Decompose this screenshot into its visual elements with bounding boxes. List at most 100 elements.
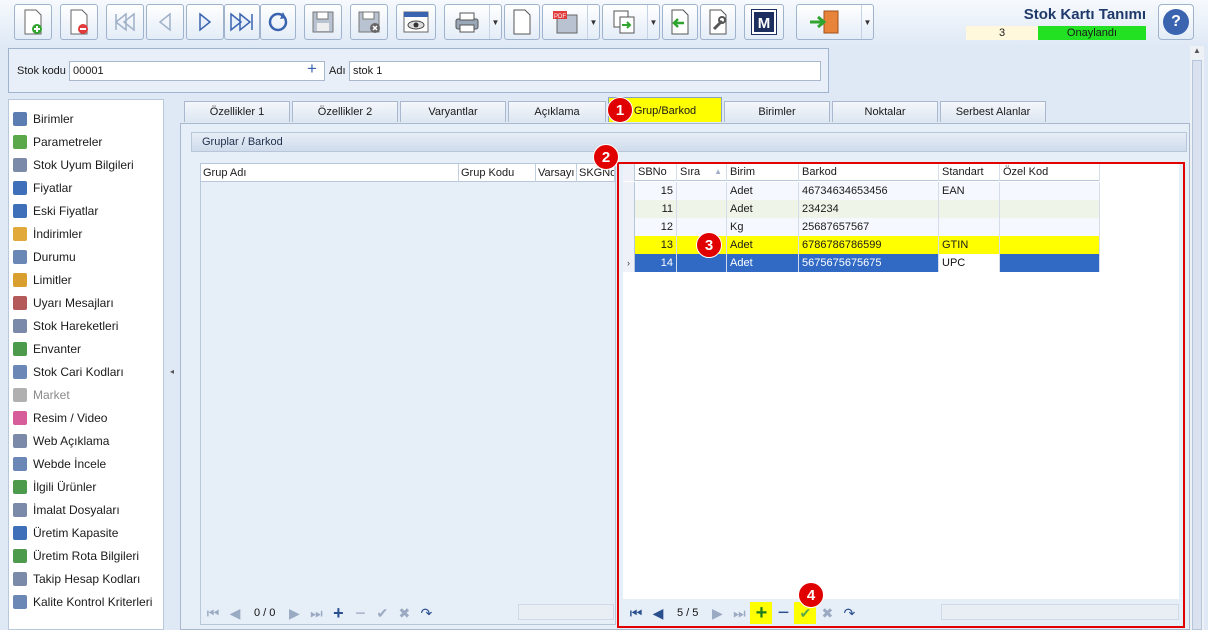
col-varsayilan[interactable]: Varsayı xyxy=(536,164,577,182)
sidebar-item[interactable]: Envanter xyxy=(13,339,81,359)
print-dropdown-icon[interactable]: ▼ xyxy=(489,5,501,39)
window-title-box: Stok Kartı Tanımı xyxy=(1024,6,1146,23)
sidebar-item[interactable]: İndirimler xyxy=(13,224,82,244)
stock-header-form: Stok kodu 00001 + Adı stok 1 xyxy=(8,48,829,93)
tab[interactable]: Birimler xyxy=(724,101,830,122)
copy-icon xyxy=(613,10,635,34)
tab[interactable]: Özellikler 2 xyxy=(292,101,398,122)
prev-icon[interactable]: ◀ xyxy=(224,602,246,624)
sidebar-item-label: Takip Hesap Kodları xyxy=(33,572,141,586)
sidebar-item-icon xyxy=(13,388,27,402)
m-logo-button[interactable]: M xyxy=(744,4,784,40)
tools-icon xyxy=(709,9,727,35)
collapse-arrow-icon[interactable]: ◂ xyxy=(170,367,174,376)
col-grup-kodu[interactable]: Grup Kodu xyxy=(459,164,536,182)
preview-button[interactable] xyxy=(396,4,436,40)
group-grid-hscroll[interactable] xyxy=(518,604,614,620)
pdf-dropdown-icon[interactable]: ▼ xyxy=(587,5,599,39)
redo-icon[interactable]: ↷ xyxy=(415,602,437,624)
remove-icon[interactable]: − xyxy=(349,602,371,624)
annotation-badge-2: 2 xyxy=(593,144,619,170)
exit-dropdown-icon[interactable]: ▼ xyxy=(861,5,873,39)
sidebar-item-label: İndirimler xyxy=(33,227,83,241)
help-button[interactable]: ? xyxy=(1158,4,1194,40)
add-icon[interactable]: + xyxy=(327,602,349,624)
previous-record-button[interactable] xyxy=(146,4,184,40)
previous-record-icon xyxy=(158,12,171,32)
sidebar-item[interactable]: Webde İncele xyxy=(13,454,106,474)
print-button[interactable]: ▼ xyxy=(444,4,502,40)
sidebar-item[interactable]: Birimler xyxy=(13,109,74,129)
sidebar-item[interactable]: Uyarı Mesajları xyxy=(13,293,114,313)
main-vscroll[interactable]: ▲ xyxy=(1190,46,1204,630)
cancel-icon[interactable]: ✖ xyxy=(393,602,415,624)
new-document-button[interactable] xyxy=(14,4,52,40)
sidebar-item[interactable]: Parametreler xyxy=(13,132,102,152)
delete-document-icon xyxy=(70,9,88,35)
sidebar-item[interactable]: İmalat Dosyaları xyxy=(13,500,120,520)
sidebar-item-label: Stok Cari Kodları xyxy=(33,365,124,379)
sidebar-splitter[interactable]: ◂ xyxy=(168,99,178,630)
sidebar-item[interactable]: Fiyatlar xyxy=(13,178,72,198)
col-grup-adi[interactable]: Grup Adı xyxy=(201,164,459,182)
blank-page-icon xyxy=(513,9,531,35)
sidebar-item[interactable]: Limitler xyxy=(13,270,72,290)
sidebar-item-icon xyxy=(13,457,27,471)
last-icon[interactable]: ⏭ xyxy=(305,602,327,624)
scroll-thumb[interactable] xyxy=(1192,60,1202,630)
tab[interactable]: Açıklama xyxy=(508,101,606,122)
sidebar-item[interactable]: Eski Fiyatlar xyxy=(13,201,98,221)
tab[interactable]: Özellikler 1 xyxy=(184,101,290,122)
adi-input[interactable]: stok 1 xyxy=(349,61,821,81)
sidebar-item-icon xyxy=(13,273,27,287)
exit-button[interactable]: ▼ xyxy=(796,4,874,40)
sidebar-item[interactable]: Üretim Rota Bilgileri xyxy=(13,546,139,566)
scroll-up-icon[interactable]: ▲ xyxy=(1193,46,1201,55)
pdf-save-button[interactable]: PDF ▼ xyxy=(542,4,600,40)
sidebar-item-label: Stok Hareketleri xyxy=(33,319,119,333)
confirm-icon[interactable]: ✔ xyxy=(371,602,393,624)
next-record-button[interactable] xyxy=(186,4,224,40)
sidebar-item[interactable]: Takip Hesap Kodları xyxy=(13,569,140,589)
tab[interactable]: Serbest Alanlar xyxy=(940,101,1046,122)
sidebar-item[interactable]: Stok Uyum Bilgileri xyxy=(13,155,134,175)
sidebar-item-label: Market xyxy=(33,388,70,402)
next-icon[interactable]: ▶ xyxy=(283,602,305,624)
save-button[interactable] xyxy=(304,4,342,40)
stok-kodu-input[interactable]: 00001 xyxy=(69,61,325,81)
sidebar-item[interactable]: Market xyxy=(13,385,70,405)
sidebar-item[interactable]: Stok Cari Kodları xyxy=(13,362,124,382)
tools-button[interactable] xyxy=(700,4,736,40)
import-icon xyxy=(671,9,689,35)
blank-page-button[interactable] xyxy=(504,4,540,40)
plus-icon[interactable]: + xyxy=(307,59,317,79)
import-button[interactable] xyxy=(662,4,698,40)
save-cancel-button[interactable] xyxy=(350,4,388,40)
first-record-button[interactable] xyxy=(106,4,144,40)
sidebar-item[interactable]: İlgili Ürünler xyxy=(13,477,96,497)
m-logo-icon: M xyxy=(751,9,777,35)
sidebar-item[interactable]: Web Açıklama xyxy=(13,431,109,451)
sidebar-item[interactable]: Durumu xyxy=(13,247,76,267)
tab[interactable]: Varyantlar xyxy=(400,101,506,122)
last-record-button[interactable] xyxy=(224,4,260,40)
refresh-button[interactable] xyxy=(260,4,296,40)
first-icon[interactable]: ⏮ xyxy=(202,602,224,624)
tab[interactable]: Noktalar xyxy=(832,101,938,122)
sidebar-item-icon xyxy=(13,227,27,241)
sidebar-item-icon xyxy=(13,296,27,310)
copy-button[interactable]: ▼ xyxy=(602,4,660,40)
sidebar-item-label: Eski Fiyatlar xyxy=(33,204,99,218)
delete-document-button[interactable] xyxy=(60,4,98,40)
first-record-icon xyxy=(114,12,135,32)
sidebar-item[interactable]: Üretim Kapasite xyxy=(13,523,118,543)
sidebar-item[interactable]: Stok Hareketleri xyxy=(13,316,118,336)
sidebar-item-icon xyxy=(13,411,27,425)
copy-dropdown-icon[interactable]: ▼ xyxy=(647,5,659,39)
sidebar-item-label: Üretim Rota Bilgileri xyxy=(33,549,140,563)
annotation-badge-3: 3 xyxy=(696,232,722,258)
sidebar-item[interactable]: Resim / Video xyxy=(13,408,107,428)
annotation-badge-1: 1 xyxy=(607,97,633,123)
sidebar-item-icon xyxy=(13,135,27,149)
sidebar-item[interactable]: Kalite Kontrol Kriterleri xyxy=(13,592,152,612)
